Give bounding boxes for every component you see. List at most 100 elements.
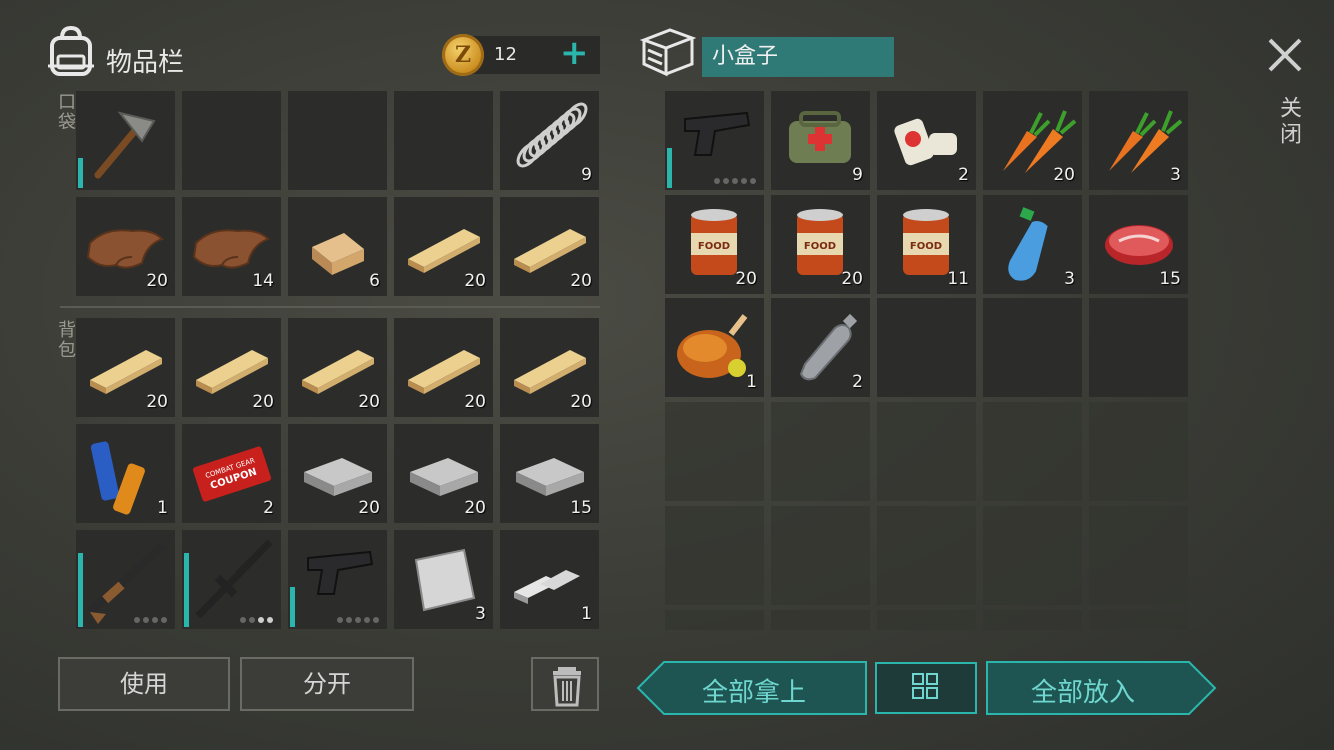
item-slot-coupon[interactable]: COMBAT GEAR COUPON 2	[182, 424, 281, 523]
empty-slot[interactable]	[665, 610, 764, 630]
empty-slot[interactable]	[983, 298, 1082, 397]
item-slot-bandage[interactable]: 2	[877, 91, 976, 190]
item-slot-canned-food[interactable]: FOOD 11	[877, 195, 976, 294]
item-count: 15	[570, 498, 592, 518]
item-slot-water-bottle[interactable]: 3	[983, 195, 1082, 294]
close-label[interactable]: 关闭	[1272, 96, 1304, 148]
backpack-label: 背包	[55, 320, 76, 360]
item-count: 6	[369, 271, 380, 291]
split-button[interactable]: 分开	[240, 657, 414, 711]
item-slot-empty-bottle[interactable]: 2	[771, 298, 870, 397]
empty-slot[interactable]	[1089, 298, 1188, 397]
item-slot-shotgun[interactable]	[76, 530, 175, 629]
empty-slot[interactable]	[771, 506, 870, 605]
item-count: 9	[581, 165, 592, 185]
empty-slot[interactable]	[182, 91, 281, 190]
use-button[interactable]: 使用	[58, 657, 230, 711]
empty-slot[interactable]	[877, 402, 976, 501]
ammo-dot	[143, 617, 149, 623]
empty-slot[interactable]	[771, 610, 870, 630]
item-count: 20	[570, 392, 592, 412]
empty-slot[interactable]	[983, 402, 1082, 501]
empty-slot[interactable]	[877, 298, 976, 397]
durability-bar	[290, 587, 295, 627]
item-slot-pistol[interactable]	[288, 530, 387, 629]
item-count: 20	[358, 498, 380, 518]
empty-slot[interactable]	[1089, 610, 1188, 630]
item-slot-raw-meat[interactable]: 15	[1089, 195, 1188, 294]
item-slot-medkit-bag[interactable]: 9	[771, 91, 870, 190]
take-all-label: 全部拿上	[702, 678, 807, 708]
ammo-dot	[249, 617, 255, 623]
empty-slot[interactable]	[288, 91, 387, 190]
empty-slot[interactable]	[983, 610, 1082, 630]
item-count: 20	[146, 392, 168, 412]
coin-count: 12	[494, 44, 517, 65]
item-slot-spring[interactable]: 9	[500, 91, 599, 190]
coin-icon: Z	[442, 34, 484, 76]
item-slot-leather[interactable]: 20	[76, 197, 175, 296]
ammo-dot	[161, 617, 167, 623]
take-all-button[interactable]: 全部拿上	[636, 660, 868, 716]
item-slot-carrot[interactable]: 3	[1089, 91, 1188, 190]
item-count: 20	[570, 271, 592, 291]
item-slot-roast-chicken[interactable]: 1	[665, 298, 764, 397]
empty-slot[interactable]	[665, 506, 764, 605]
empty-slot[interactable]	[1089, 506, 1188, 605]
item-slot-wood-plank[interactable]: 20	[182, 318, 281, 417]
empty-slot[interactable]	[1089, 402, 1188, 501]
ammo-dot	[741, 178, 747, 184]
item-slot-wood-plank[interactable]: 20	[76, 318, 175, 417]
add-coins-button[interactable]: +	[560, 36, 589, 70]
item-slot-canned-food[interactable]: FOOD 20	[771, 195, 870, 294]
durability-bar	[184, 553, 189, 627]
item-slot-wood-plank[interactable]: 20	[500, 318, 599, 417]
item-count: 20	[358, 392, 380, 412]
durability-bar	[78, 553, 83, 627]
durability-bar	[667, 148, 672, 188]
item-count: 20	[252, 392, 274, 412]
empty-slot[interactable]	[771, 402, 870, 501]
sort-button[interactable]	[875, 662, 977, 714]
item-slot-carrot[interactable]: 20	[983, 91, 1082, 190]
item-slot-canned-food[interactable]: FOOD 20	[665, 195, 764, 294]
item-slot-wood-plank[interactable]: 20	[394, 197, 493, 296]
svg-text:FOOD: FOOD	[698, 241, 730, 252]
item-slot-batteries[interactable]: 1	[76, 424, 175, 523]
ammo-dot	[750, 178, 756, 184]
item-slot-iron-ingot[interactable]: 15	[500, 424, 599, 523]
item-slot-wood-log[interactable]: 6	[288, 197, 387, 296]
box-name-field[interactable]: 小盒子	[702, 37, 894, 77]
empty-slot[interactable]	[983, 506, 1082, 605]
item-slot-pickaxe[interactable]	[76, 91, 175, 190]
item-slot-wood-plank[interactable]: 20	[394, 318, 493, 417]
item-count: 3	[1064, 269, 1075, 289]
item-slot-steel-sheet[interactable]: 3	[394, 530, 493, 629]
item-slot-iron-ingot[interactable]: 20	[394, 424, 493, 523]
empty-slot[interactable]	[877, 506, 976, 605]
item-slot-pistol[interactable]	[665, 91, 764, 190]
empty-slot[interactable]	[394, 91, 493, 190]
trash-button[interactable]	[531, 657, 599, 711]
item-count: 20	[464, 498, 486, 518]
ammo-indicator	[337, 617, 379, 623]
ammo-dot	[267, 617, 273, 623]
item-slot-wood-plank[interactable]: 20	[500, 197, 599, 296]
item-slot-rifle[interactable]	[182, 530, 281, 629]
inventory-title: 物品栏	[106, 48, 185, 78]
item-slot-silver-bars[interactable]: 1	[500, 530, 599, 629]
close-icon[interactable]	[1266, 36, 1304, 80]
item-count: 20	[735, 269, 757, 289]
item-count: 20	[464, 271, 486, 291]
ammo-dot	[714, 178, 720, 184]
empty-slot[interactable]	[877, 610, 976, 630]
empty-slot[interactable]	[665, 402, 764, 501]
item-slot-iron-ingot[interactable]: 20	[288, 424, 387, 523]
ammo-indicator	[240, 617, 273, 623]
grid-sort-icon	[912, 673, 938, 699]
item-slot-leather[interactable]: 14	[182, 197, 281, 296]
item-slot-wood-plank[interactable]: 20	[288, 318, 387, 417]
ammo-dot	[134, 617, 140, 623]
put-all-button[interactable]: 全部放入	[985, 660, 1217, 716]
item-count: 2	[958, 165, 969, 185]
